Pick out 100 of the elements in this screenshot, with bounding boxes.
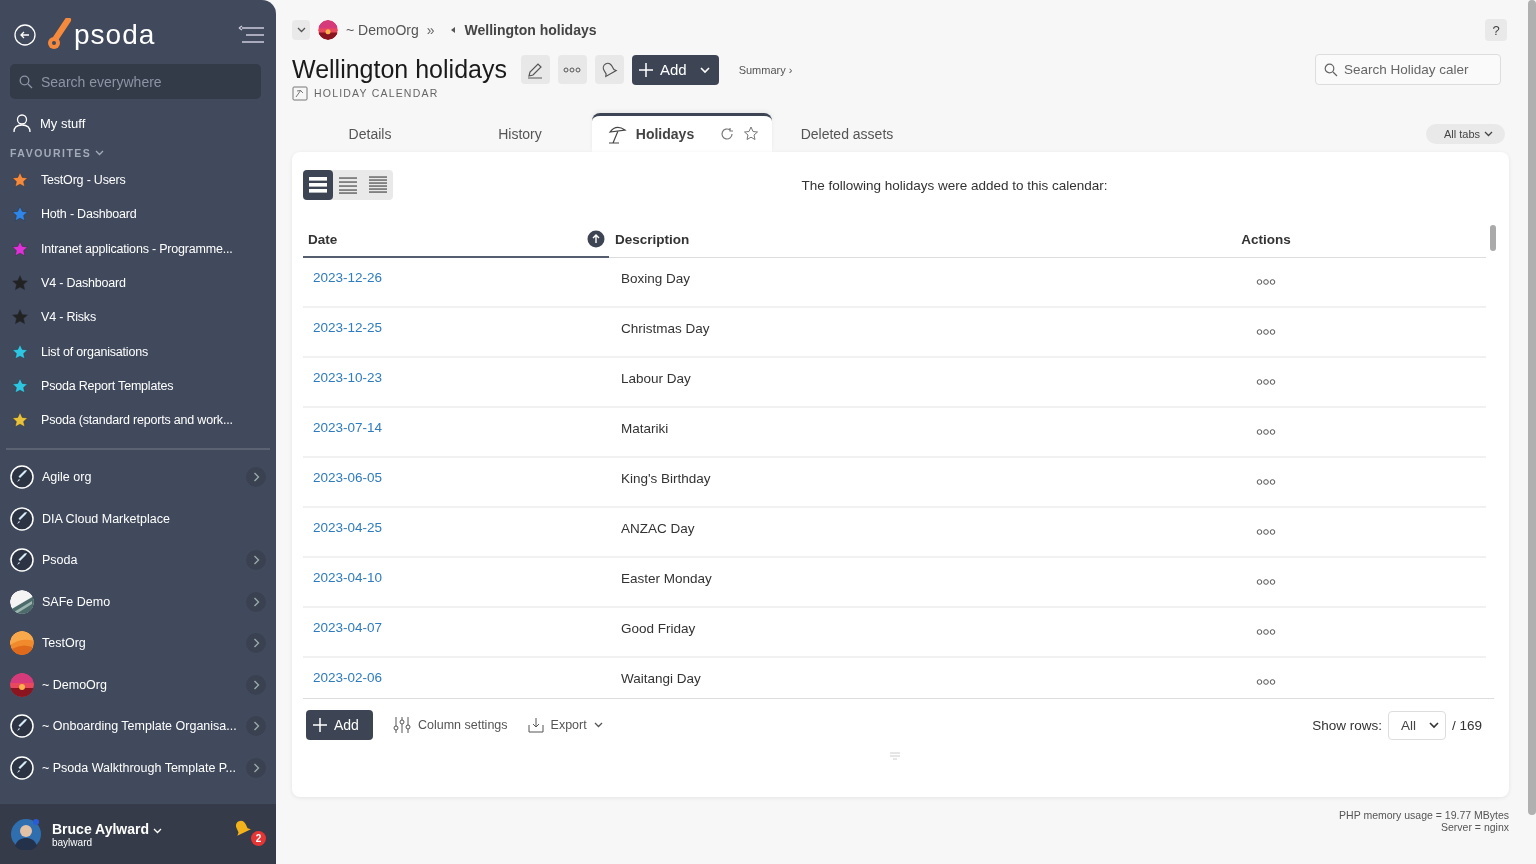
sort-icon[interactable] xyxy=(587,230,605,248)
date-link[interactable]: 2023-02-06 xyxy=(313,670,383,685)
search-field[interactable]: Search everywhere xyxy=(10,64,261,99)
show-rows-label: Show rows: xyxy=(1312,717,1382,733)
chevron-icon xyxy=(296,27,306,33)
search-icon xyxy=(19,74,33,89)
expand-button[interactable] xyxy=(246,467,266,488)
chevron-icon xyxy=(1428,721,1439,729)
date-link[interactable]: 2023-12-25 xyxy=(313,320,383,335)
summary-link[interactable]: Summary › xyxy=(738,63,793,76)
organisation-link[interactable]: Psoda xyxy=(42,553,238,568)
favourite-link[interactable]: Hoth - Dashboard xyxy=(41,207,137,222)
tab[interactable]: History xyxy=(448,116,592,152)
expand-button[interactable] xyxy=(246,591,266,612)
more-button[interactable] xyxy=(557,55,587,84)
add-button[interactable]: Add xyxy=(306,710,373,740)
scrollbar[interactable] xyxy=(1528,0,1536,815)
download-icon xyxy=(527,717,544,733)
more-icon[interactable] xyxy=(1256,379,1276,385)
view-mode-button[interactable] xyxy=(303,170,333,200)
sidebar-item[interactable]: My stuff xyxy=(40,115,86,131)
more-icon[interactable] xyxy=(1256,529,1276,535)
notification-badge: 2 xyxy=(251,831,266,846)
back-icon[interactable] xyxy=(14,24,36,46)
resize-handle-icon[interactable] xyxy=(888,752,901,760)
date-link[interactable]: 2023-10-23 xyxy=(313,370,383,385)
logo-text: psoda xyxy=(74,19,156,51)
breadcrumb-separator: » xyxy=(426,22,435,38)
organisation-link[interactable]: ~ Onboarding Template Organisa... xyxy=(42,719,238,734)
organisation-link[interactable]: Agile org xyxy=(42,470,238,485)
table-cell: ANZAC Day xyxy=(621,521,695,536)
edit-button[interactable] xyxy=(520,55,550,84)
expand-button[interactable] xyxy=(246,716,266,737)
date-link[interactable]: 2023-04-25 xyxy=(313,520,383,535)
star-icon[interactable] xyxy=(743,126,759,142)
export-button[interactable]: Export xyxy=(527,717,603,733)
page-subtitle: HOLIDAY CALENDAR xyxy=(314,87,439,99)
more-icon[interactable] xyxy=(1256,279,1276,285)
refresh-icon[interactable] xyxy=(720,126,736,142)
expand-button[interactable] xyxy=(246,757,266,778)
add-button[interactable]: Add xyxy=(631,54,719,85)
search-input[interactable]: Search everywhere xyxy=(41,73,252,90)
more-icon[interactable] xyxy=(1256,629,1276,635)
user-name[interactable]: Bruce Aylward xyxy=(52,820,149,837)
organisation-link[interactable]: DIA Cloud Marketplace xyxy=(42,511,266,526)
date-link[interactable]: 2023-06-05 xyxy=(313,470,383,485)
search-field[interactable]: Search Holiday caler xyxy=(1315,54,1501,85)
chevron-icon xyxy=(252,638,260,649)
favourite-link[interactable]: List of organisations xyxy=(41,344,148,359)
help-button[interactable]: ? xyxy=(1485,19,1507,41)
section-heading[interactable]: FAVOURITES xyxy=(10,147,92,159)
date-link[interactable]: 2023-04-07 xyxy=(313,620,383,635)
date-link[interactable]: 2023-07-14 xyxy=(313,420,383,435)
expand-button[interactable] xyxy=(246,674,266,695)
chevron-icon xyxy=(698,65,711,74)
favourite-link[interactable]: TestOrg - Users xyxy=(41,173,126,188)
favourite-link[interactable]: Intranet applications - Programme... xyxy=(41,241,233,256)
column-header[interactable]: Actions xyxy=(1241,232,1291,247)
more-icon[interactable] xyxy=(1256,329,1276,335)
organisation-link[interactable]: ~ Psoda Walkthrough Template P... xyxy=(42,760,238,775)
column-settings-button[interactable]: Column settings xyxy=(392,716,508,734)
rows-dropdown[interactable]: All xyxy=(1387,710,1446,740)
more-icon[interactable] xyxy=(1256,579,1276,585)
search-icon xyxy=(1324,62,1338,77)
tab[interactable]: Holidays xyxy=(592,113,772,152)
favourite-link[interactable]: Psoda Report Templates xyxy=(41,378,174,393)
column-header[interactable]: Date xyxy=(308,231,587,247)
date-link[interactable]: 2023-04-10 xyxy=(313,570,383,585)
more-icon[interactable] xyxy=(1256,479,1276,485)
avatar[interactable] xyxy=(10,818,42,850)
search-input[interactable]: Search Holiday caler xyxy=(1344,62,1492,77)
dropdown-button[interactable] xyxy=(292,20,310,40)
table-cell: Christmas Day xyxy=(621,321,710,336)
date-link[interactable]: 2023-12-26 xyxy=(313,270,383,285)
favourite-link[interactable]: V4 - Risks xyxy=(41,310,96,325)
organisation-link[interactable]: TestOrg xyxy=(42,636,238,651)
expand-button[interactable] xyxy=(246,633,266,654)
more-icon[interactable] xyxy=(1256,429,1276,435)
column-header[interactable]: Description xyxy=(615,232,690,247)
chevron-icon xyxy=(252,472,260,483)
bell-button[interactable] xyxy=(594,55,624,84)
favourite-link[interactable]: V4 - Dashboard xyxy=(41,276,126,291)
list-icon xyxy=(368,176,388,194)
server-info: PHP memory usage = 19.77 MBytes xyxy=(1339,809,1509,821)
organisation-link[interactable]: ~ DemoOrg xyxy=(42,677,238,692)
tab[interactable]: Deleted assets xyxy=(772,116,922,152)
breadcrumb-link[interactable]: ~ DemoOrg xyxy=(346,22,419,38)
chevron-icon xyxy=(252,679,260,690)
breadcrumb-current: Wellington holidays xyxy=(464,22,597,38)
tab[interactable]: Details xyxy=(292,116,448,152)
chevron-icon xyxy=(252,762,260,773)
table-cell: Boxing Day xyxy=(621,271,691,286)
all-tabs-button[interactable]: All tabs xyxy=(1425,124,1505,144)
table-cell: Labour Day xyxy=(621,371,691,386)
organisation-link[interactable]: SAFe Demo xyxy=(42,594,238,609)
more-icon[interactable] xyxy=(1256,679,1276,685)
favourite-link[interactable]: Psoda (standard reports and work... xyxy=(41,413,233,428)
expand-button[interactable] xyxy=(246,550,266,571)
menu-icon[interactable] xyxy=(238,25,264,45)
scrollbar[interactable] xyxy=(1490,225,1496,251)
